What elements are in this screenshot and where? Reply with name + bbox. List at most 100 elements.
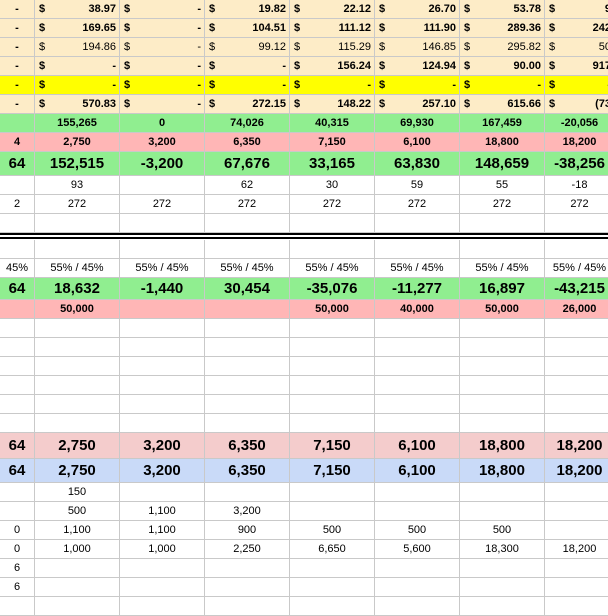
cell[interactable]: 3,200 bbox=[120, 433, 205, 459]
cell[interactable] bbox=[120, 319, 205, 338]
cell[interactable]: 272 bbox=[120, 195, 205, 214]
cell[interactable]: $19.82 bbox=[205, 0, 290, 19]
cell[interactable]: 26,000 bbox=[545, 300, 608, 319]
cell[interactable]: $257.10 bbox=[375, 95, 460, 114]
cell[interactable]: -3,200 bbox=[120, 152, 205, 176]
cell[interactable] bbox=[290, 214, 375, 233]
cell[interactable]: 6,650 bbox=[290, 540, 375, 559]
cell[interactable] bbox=[545, 338, 608, 357]
cell[interactable] bbox=[205, 338, 290, 357]
cell[interactable]: 18,200 bbox=[545, 433, 608, 459]
cell[interactable] bbox=[35, 376, 120, 395]
cell[interactable]: $615.66 bbox=[460, 95, 545, 114]
cell[interactable]: 2,750 bbox=[35, 133, 120, 152]
cell[interactable] bbox=[205, 597, 290, 616]
cell[interactable]: $ (73 bbox=[545, 95, 608, 114]
cell[interactable]: 5,600 bbox=[375, 540, 460, 559]
cell[interactable]: 55% / 45% bbox=[290, 259, 375, 278]
cell[interactable] bbox=[375, 240, 460, 259]
cell[interactable] bbox=[0, 338, 35, 357]
cell[interactable]: 18,800 bbox=[460, 133, 545, 152]
cell[interactable]: $- bbox=[120, 57, 205, 76]
cell[interactable] bbox=[290, 395, 375, 414]
cell[interactable] bbox=[120, 300, 205, 319]
cell[interactable]: $- bbox=[120, 38, 205, 57]
cell[interactable]: $570.83 bbox=[35, 95, 120, 114]
cell[interactable] bbox=[290, 357, 375, 376]
cell[interactable] bbox=[545, 395, 608, 414]
cell[interactable]: $- bbox=[205, 76, 290, 95]
cell[interactable]: -35,076 bbox=[290, 278, 375, 300]
cell[interactable] bbox=[35, 578, 120, 597]
cell[interactable] bbox=[0, 483, 35, 502]
cell[interactable] bbox=[120, 357, 205, 376]
cell[interactable]: 55% / 45% bbox=[545, 259, 608, 278]
cell[interactable] bbox=[460, 502, 545, 521]
cell[interactable]: 4 bbox=[0, 133, 35, 152]
cell[interactable] bbox=[120, 176, 205, 195]
cell[interactable] bbox=[120, 240, 205, 259]
cell[interactable] bbox=[375, 319, 460, 338]
cell[interactable]: $272.15 bbox=[205, 95, 290, 114]
cell[interactable]: 6,100 bbox=[375, 133, 460, 152]
cell[interactable] bbox=[460, 578, 545, 597]
cell[interactable] bbox=[375, 357, 460, 376]
cell[interactable] bbox=[545, 578, 608, 597]
cell[interactable] bbox=[460, 597, 545, 616]
cell[interactable] bbox=[545, 502, 608, 521]
cell[interactable]: -20,056 bbox=[545, 114, 608, 133]
cell[interactable]: $111.90 bbox=[375, 19, 460, 38]
cell[interactable]: 7,150 bbox=[290, 459, 375, 483]
cell[interactable]: $- bbox=[120, 95, 205, 114]
cell[interactable]: 18,200 bbox=[545, 459, 608, 483]
cell[interactable] bbox=[460, 240, 545, 259]
cell[interactable] bbox=[35, 414, 120, 433]
cell[interactable] bbox=[460, 483, 545, 502]
cell[interactable] bbox=[545, 214, 608, 233]
cell[interactable] bbox=[0, 114, 35, 133]
cell[interactable] bbox=[0, 376, 35, 395]
cell[interactable] bbox=[545, 597, 608, 616]
cell[interactable]: 50,000 bbox=[35, 300, 120, 319]
cell[interactable]: - bbox=[0, 19, 35, 38]
cell[interactable] bbox=[545, 357, 608, 376]
cell[interactable]: 3,200 bbox=[120, 459, 205, 483]
cell[interactable]: 1,100 bbox=[120, 521, 205, 540]
cell[interactable]: $146.85 bbox=[375, 38, 460, 57]
cell[interactable]: $148.22 bbox=[290, 95, 375, 114]
cell[interactable] bbox=[460, 395, 545, 414]
cell[interactable]: - bbox=[0, 38, 35, 57]
cell[interactable] bbox=[0, 597, 35, 616]
cell[interactable] bbox=[460, 559, 545, 578]
cell[interactable] bbox=[545, 414, 608, 433]
cell[interactable] bbox=[290, 502, 375, 521]
cell[interactable]: 272 bbox=[460, 195, 545, 214]
cell[interactable] bbox=[290, 414, 375, 433]
cell[interactable]: 1,100 bbox=[120, 502, 205, 521]
cell[interactable] bbox=[35, 319, 120, 338]
cell[interactable]: 69,930 bbox=[375, 114, 460, 133]
cell[interactable]: 900 bbox=[205, 521, 290, 540]
cell[interactable]: 272 bbox=[545, 195, 608, 214]
cell[interactable] bbox=[375, 414, 460, 433]
cell[interactable]: 272 bbox=[35, 195, 120, 214]
cell[interactable]: $- bbox=[120, 76, 205, 95]
cell[interactable] bbox=[120, 376, 205, 395]
cell[interactable] bbox=[460, 414, 545, 433]
cell[interactable]: 2 bbox=[0, 195, 35, 214]
cell[interactable]: 18,200 bbox=[545, 540, 608, 559]
cell[interactable] bbox=[205, 300, 290, 319]
cell[interactable] bbox=[290, 578, 375, 597]
cell[interactable] bbox=[205, 395, 290, 414]
cell[interactable] bbox=[205, 376, 290, 395]
cell[interactable] bbox=[375, 395, 460, 414]
cell[interactable]: 55% / 45% bbox=[460, 259, 545, 278]
cell[interactable] bbox=[120, 597, 205, 616]
cell[interactable] bbox=[375, 578, 460, 597]
cell[interactable] bbox=[205, 559, 290, 578]
cell[interactable] bbox=[120, 483, 205, 502]
cell[interactable]: 2,250 bbox=[205, 540, 290, 559]
cell[interactable] bbox=[0, 357, 35, 376]
cell[interactable] bbox=[460, 214, 545, 233]
cell[interactable] bbox=[290, 483, 375, 502]
